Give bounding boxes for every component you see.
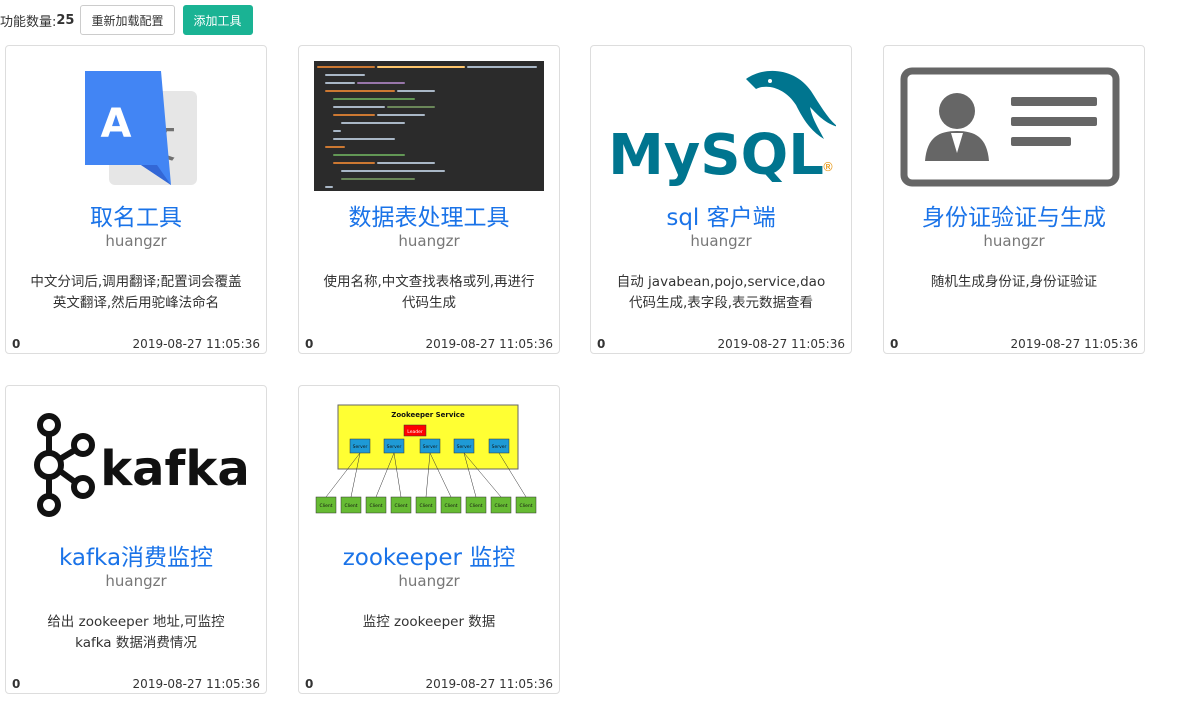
- zookeeper-server-label: Server: [492, 444, 507, 450]
- svg-text:Leader: Leader: [407, 429, 423, 435]
- svg-text:Zookeeper Service: Zookeeper Service: [391, 411, 465, 419]
- card-title[interactable]: 数据表处理工具: [299, 198, 559, 232]
- tool-card-sql-client[interactable]: MySQL ® sql 客户端 huangzr 自动 javabean,pojo…: [590, 45, 852, 354]
- card-count: 0: [305, 677, 314, 691]
- card-date: 2019-08-27 11:05:36: [132, 677, 260, 691]
- card-author: huangzr: [105, 572, 167, 590]
- card-count: 0: [890, 337, 899, 351]
- card-date: 2019-08-27 11:05:36: [425, 677, 553, 691]
- svg-text:kafka: kafka: [100, 441, 250, 497]
- tool-card-naming[interactable]: 文 A 取名工具 huangzr 中文分词后,调用翻译;配置词会覆盖英文翻译,然…: [5, 45, 267, 354]
- zookeeper-client-label: Client: [394, 503, 407, 509]
- code-screenshot-thumbnail: [314, 61, 544, 191]
- card-description: 随机生成身份证,身份证验证: [930, 274, 1098, 290]
- svg-text:A: A: [101, 101, 132, 147]
- card-description: 中文分词后,调用翻译;配置词会覆盖英文翻译,然后用驼峰法命名: [30, 274, 242, 311]
- zookeeper-client-label: Client: [444, 503, 457, 509]
- card-count: 0: [12, 337, 21, 351]
- card-title[interactable]: 身份证验证与生成: [884, 198, 1144, 232]
- card-author: huangzr: [398, 232, 460, 250]
- zookeeper-client-label: Client: [419, 503, 432, 509]
- zookeeper-client-label: Client: [319, 503, 332, 509]
- card-author: huangzr: [690, 232, 752, 250]
- tool-card-kafka[interactable]: kafka kafka消费监控 huangzr 给出 zookeeper 地址,…: [5, 385, 267, 694]
- card-author: huangzr: [398, 572, 460, 590]
- tool-card-id-card[interactable]: 身份证验证与生成 huangzr 随机生成身份证,身份证验证 0 2019-08…: [883, 45, 1145, 354]
- feature-count-value: 25: [56, 12, 75, 28]
- svg-text:MySQL: MySQL: [608, 123, 824, 188]
- reload-config-button[interactable]: 重新加载配置: [80, 5, 175, 35]
- card-date: 2019-08-27 11:05:36: [1010, 337, 1138, 351]
- card-title[interactable]: kafka消费监控: [6, 538, 266, 572]
- zookeeper-server-label: Server: [387, 444, 402, 450]
- card-description: 监控 zookeeper 数据: [362, 614, 496, 630]
- zookeeper-client-label: Client: [519, 503, 532, 509]
- card-date: 2019-08-27 11:05:36: [717, 337, 845, 351]
- card-description: 使用名称,中文查找表格或列,再进行代码生成: [323, 274, 535, 311]
- card-date: 2019-08-27 11:05:36: [425, 337, 553, 351]
- card-date: 2019-08-27 11:05:36: [132, 337, 260, 351]
- mysql-logo: MySQL ®: [606, 61, 836, 191]
- card-title[interactable]: sql 客户端: [591, 198, 851, 232]
- id-card-icon: [899, 61, 1129, 191]
- zookeeper-client-label: Client: [369, 503, 382, 509]
- kafka-logo: kafka: [21, 401, 251, 531]
- card-count: 0: [597, 337, 606, 351]
- zookeeper-client-label: Client: [494, 503, 507, 509]
- tool-card-table-processor[interactable]: 数据表处理工具 huangzr 使用名称,中文查找表格或列,再进行代码生成 0 …: [298, 45, 560, 354]
- zookeeper-diagram: Zookeeper Service Leader Server Server Ser…: [314, 401, 544, 531]
- card-author: huangzr: [105, 232, 167, 250]
- svg-text:®: ®: [822, 160, 834, 174]
- card-title[interactable]: zookeeper 监控: [299, 538, 559, 572]
- tool-card-zookeeper[interactable]: Zookeeper Service Leader Server Server Ser…: [298, 385, 560, 694]
- card-author: huangzr: [983, 232, 1045, 250]
- zookeeper-server-label: Server: [457, 444, 472, 450]
- zookeeper-client-label: Client: [344, 503, 357, 509]
- card-count: 0: [305, 337, 314, 351]
- card-description: 给出 zookeeper 地址,可监控 kafka 数据消费情况: [47, 614, 225, 651]
- card-count: 0: [12, 677, 21, 691]
- zookeeper-server-label: Server: [423, 444, 438, 450]
- google-translate-icon: 文 A: [21, 61, 251, 191]
- zookeeper-client-label: Client: [469, 503, 482, 509]
- feature-count-label: 功能数量:: [0, 14, 57, 30]
- card-title[interactable]: 取名工具: [6, 198, 266, 232]
- add-tool-button[interactable]: 添加工具: [182, 5, 253, 35]
- card-description: 自动 javabean,pojo,service,dao 代码生成,表字段,表元…: [616, 274, 826, 311]
- zookeeper-server-label: Server: [353, 444, 368, 450]
- toolbar: 功能数量: 25 重新加载配置 添加工具: [0, 5, 253, 35]
